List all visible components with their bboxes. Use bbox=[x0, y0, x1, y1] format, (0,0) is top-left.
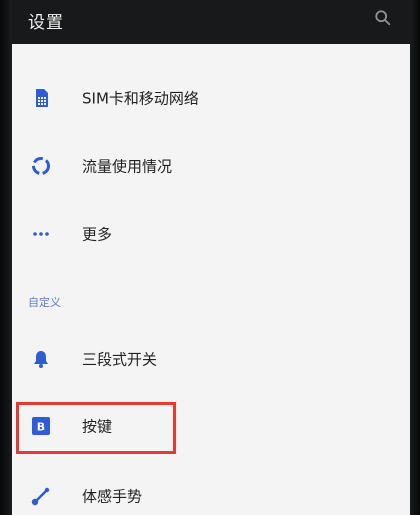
data-usage-icon bbox=[32, 157, 50, 175]
search-icon[interactable] bbox=[374, 9, 392, 27]
list-item-sim[interactable]: SIM卡和移动网络 bbox=[12, 66, 410, 130]
list-item-data-usage[interactable]: 流量使用情况 bbox=[12, 134, 410, 198]
list-item-label: SIM卡和移动网络 bbox=[82, 89, 199, 108]
list-item-label: 更多 bbox=[82, 225, 113, 244]
app-header: 设置 bbox=[12, 0, 410, 44]
bezel-left bbox=[0, 0, 12, 515]
list-item-alert-slider[interactable]: 三段式开关 bbox=[12, 327, 410, 391]
bezel-right bbox=[410, 0, 420, 515]
more-dots-icon bbox=[33, 232, 49, 236]
list-item-label: 体感手势 bbox=[82, 487, 143, 506]
highlight-annotation bbox=[16, 402, 176, 454]
sim-card-icon bbox=[36, 89, 48, 107]
page-title: 设置 bbox=[28, 13, 64, 33]
bell-icon bbox=[34, 351, 48, 368]
list-item-label: 三段式开关 bbox=[82, 350, 158, 369]
settings-list: SIM卡和移动网络 流量使用情况 更多 自定义 三段式开关 B 按键 体感手势 bbox=[12, 44, 410, 515]
list-item-more[interactable]: 更多 bbox=[12, 202, 410, 266]
gesture-icon bbox=[31, 487, 50, 506]
phone-screen: 设置 SIM卡和移动网络 流量使用情况 更多 自定义 三段式开关 B 按键 体感… bbox=[0, 0, 420, 515]
list-item-label: 流量使用情况 bbox=[82, 157, 173, 176]
list-item-gestures[interactable]: 体感手势 bbox=[12, 464, 410, 515]
section-title-custom: 自定义 bbox=[28, 296, 61, 309]
